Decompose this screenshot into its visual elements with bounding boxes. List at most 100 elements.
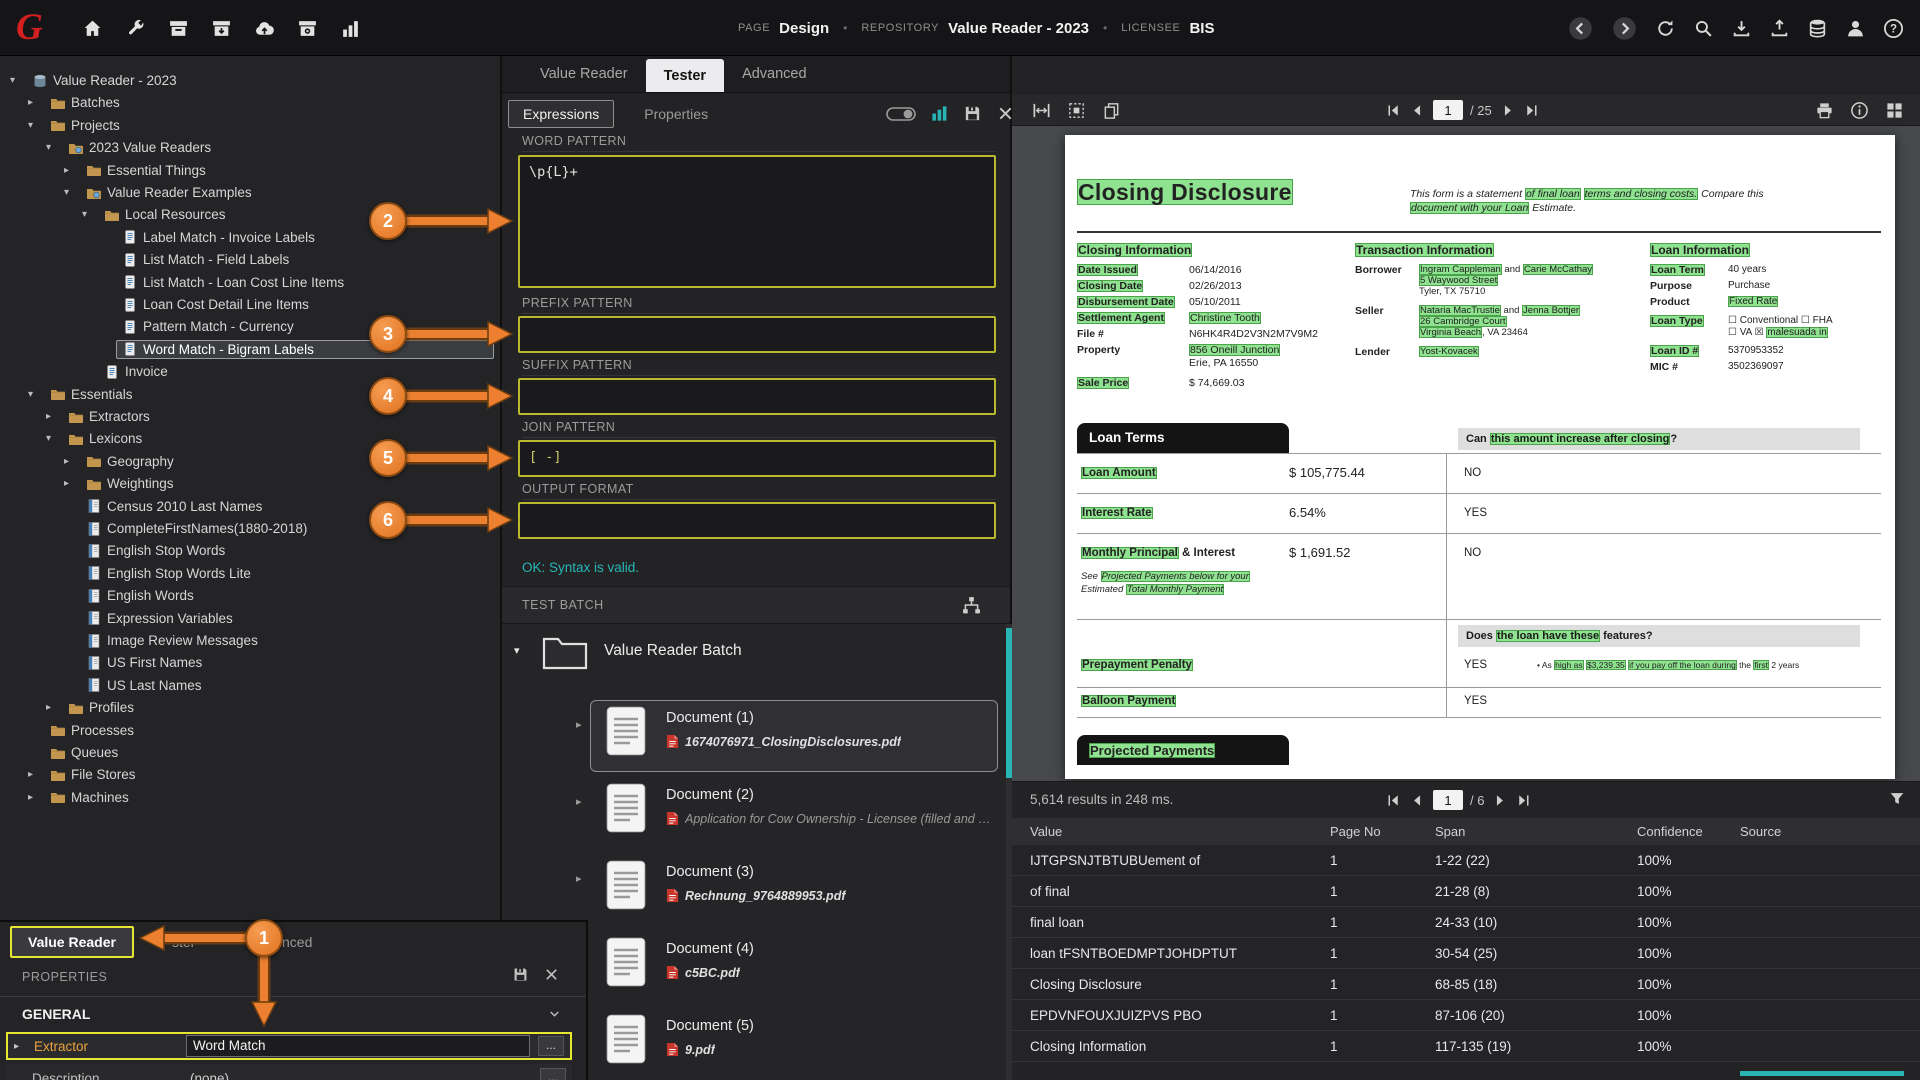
chevron-down-icon[interactable]: ▾ [46,142,62,153]
archive-icon[interactable] [168,18,189,39]
ellipsis-button[interactable]: ... [540,1068,566,1080]
save-icon[interactable] [963,104,982,123]
tree-node-2023-value-readers[interactable]: ▾ 2023 Value Readers [46,137,494,158]
chevron-right-icon[interactable]: ▸ [46,411,62,422]
results-row[interactable]: loan tFSNTBOEDMPTJOHDPTUT 1 30-54 (25) 100% [1012,938,1920,969]
tree-node-completefirstnames-1880-2018[interactable]: CompleteFirstNames(1880-2018) [64,518,494,539]
tree-node-census-2010-last-names[interactable]: Census 2010 Last Names [64,496,494,517]
clear-results-icon[interactable] [1888,790,1906,808]
tree-node-essential-things[interactable]: ▸ Essential Things [64,160,494,181]
next-icon[interactable] [1499,102,1516,119]
word-pattern-input[interactable]: \p{L}+ [518,155,996,288]
batch-folder-label[interactable]: Value Reader Batch [604,642,742,660]
print-icon[interactable] [1815,101,1834,120]
search-icon[interactable] [1693,18,1714,39]
prev-icon[interactable] [1409,102,1426,119]
last-icon[interactable] [1523,102,1540,119]
user-icon[interactable] [1845,18,1866,39]
chevron-down-icon[interactable]: ▾ [28,120,44,131]
column-header-source[interactable]: Source [1740,824,1920,839]
doc-big-icon[interactable] [606,706,646,756]
save-icon[interactable] [512,966,529,983]
tree-node-loan-cost-detail-line-items[interactable]: Loan Cost Detail Line Items [100,294,494,315]
wrench-icon[interactable] [125,18,146,39]
property-row-extractor[interactable]: ▸ Extractor Word Match... [6,1032,572,1060]
suffix-pattern-input[interactable] [518,378,996,415]
tree-node-value-reader-examples[interactable]: ▾ Value Reader Examples [64,182,494,203]
document-page[interactable]: Closing Disclosure This form is a stateme… [1065,135,1895,779]
tree-node-english-stop-words-lite[interactable]: English Stop Words Lite [64,563,494,584]
doc-big-icon[interactable] [606,860,646,910]
chevron-right-icon[interactable]: ▸ [576,872,582,885]
tab-fragment[interactable]: ster [172,934,195,950]
tab-advanced[interactable]: Advanced [724,56,825,92]
join-pattern-input[interactable]: [ -] [518,440,996,477]
horizontal-scrollbar-thumb[interactable] [1740,1071,1904,1076]
chevron-right-icon[interactable]: ▸ [64,478,80,489]
nav-fwd-icon[interactable] [1611,15,1638,42]
archive-down-icon[interactable] [211,18,232,39]
grooper-logo[interactable]: G [16,6,43,50]
tree-node-value-reader-2023[interactable]: ▾ Value Reader - 2023 [10,70,494,91]
document-title[interactable]: Document (1) [666,710,754,726]
chevron-right-icon[interactable]: ▸ [28,769,44,780]
bar-chart-icon[interactable] [340,18,361,39]
database-icon[interactable] [1807,18,1828,39]
toggle-icon[interactable] [886,106,916,122]
chevron-right-icon[interactable]: ▸ [64,456,80,467]
chevron-down-icon[interactable]: ▾ [46,433,62,444]
tree-node-expression-variables[interactable]: Expression Variables [64,608,494,629]
chevron-right-icon[interactable]: ▸ [576,795,582,808]
tab-value-reader[interactable]: Value Reader [10,926,134,958]
chevron-right-icon[interactable]: ▸ [64,165,80,176]
chevron-down-icon[interactable] [547,1006,562,1021]
tree-node-weightings[interactable]: ▸ Weightings [64,473,494,494]
tree-node-english-words[interactable]: English Words [64,585,494,606]
tree-node-invoice[interactable]: Invoice [82,361,494,382]
cloud-up-icon[interactable] [254,18,275,39]
next-icon[interactable] [1491,792,1508,809]
doc-big-icon[interactable] [606,1014,646,1064]
page-margins-icon[interactable] [1067,101,1086,120]
doc-big-icon[interactable] [606,937,646,987]
tree-node-extractors[interactable]: ▸ Extractors [46,406,494,427]
ellipsis-button[interactable]: ... [538,1036,564,1056]
expander-icon[interactable]: ▸ [8,1041,28,1052]
tree-node-profiles[interactable]: ▸ Profiles [46,697,494,718]
chevron-down-icon[interactable]: ▾ [514,644,520,657]
tree-node-image-review-messages[interactable]: Image Review Messages [64,630,494,651]
results-row[interactable]: IJTGPSNJTBTUBUement of 1 1-22 (22) 100% [1012,845,1920,876]
thumbs-icon[interactable] [1885,101,1904,120]
tab-tester[interactable]: Tester [645,59,725,92]
tree-node-us-last-names[interactable]: US Last Names [64,675,494,696]
tree-node-label-match-invoice-labels[interactable]: Label Match - Invoice Labels [100,227,494,248]
document-title[interactable]: Document (2) [666,787,754,803]
tree-node-pattern-match-currency[interactable]: Pattern Match - Currency [100,316,494,337]
doc-big-icon[interactable] [606,783,646,833]
subtab-properties[interactable]: Properties [630,101,722,127]
repository-value[interactable]: Value Reader - 2023 [948,20,1089,37]
tree-node-lexicons[interactable]: ▾ Lexicons [46,428,494,449]
tab-value-reader[interactable]: Value Reader [522,56,646,92]
results-row[interactable]: final loan 1 24-33 (10) 100% [1012,907,1920,938]
results-page-input[interactable]: 1 [1433,790,1463,810]
tree-node-file-stores[interactable]: ▸ File Stores [28,764,494,785]
column-header-value[interactable]: Value [1012,824,1330,839]
tree-node-processes[interactable]: Processes [28,720,494,741]
tree-node-english-stop-words[interactable]: English Stop Words [64,540,494,561]
last-icon[interactable] [1515,792,1532,809]
viewer-page-input[interactable]: 1 [1433,100,1463,120]
info-icon[interactable] [1850,101,1869,120]
batch-structure-icon[interactable] [961,595,982,616]
close-icon[interactable] [543,966,560,983]
prefix-pattern-input[interactable] [518,316,996,353]
chevron-right-icon[interactable]: ▸ [576,718,582,731]
copy-icon[interactable] [1102,101,1121,120]
property-value[interactable]: Word Match [186,1035,530,1057]
tree-node-us-first-names[interactable]: US First Names [64,652,494,673]
tree-node-local-resources[interactable]: ▾ Local Resources [82,204,494,225]
archive-gear-icon[interactable] [297,18,318,39]
first-icon[interactable] [1385,102,1402,119]
chevron-right-icon[interactable]: ▸ [28,792,44,803]
column-header-span[interactable]: Span [1435,824,1637,839]
